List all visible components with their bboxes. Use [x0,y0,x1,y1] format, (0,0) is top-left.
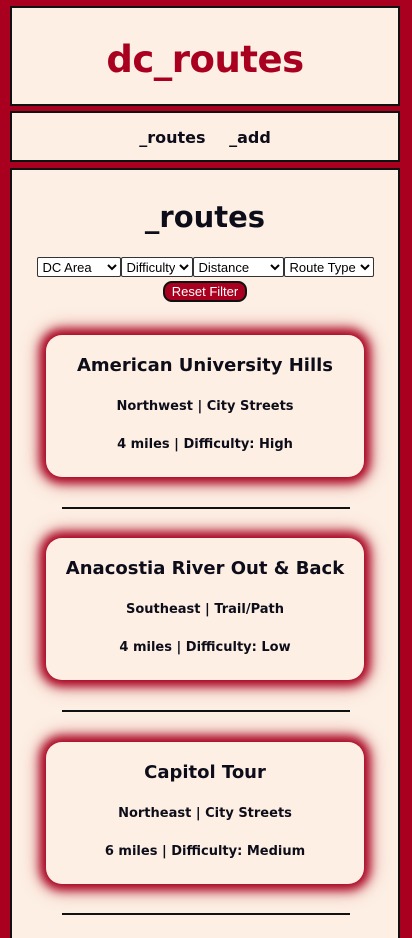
distance-filter-select[interactable]: Distance [192,257,284,277]
nav-add-link[interactable]: _add [229,128,271,147]
site-title: dc_routes [106,38,304,81]
reset-container: Reset Filter [12,281,398,302]
route-card[interactable]: Anacostia River Out & Back Southeast | T… [46,538,364,680]
route-stats: 4 miles | Difficulty: High [117,437,293,452]
area-filter-select[interactable]: DC Area [36,257,121,277]
route-stats: 4 miles | Difficulty: Low [119,640,291,655]
route-name: Capitol Tour [144,762,266,783]
route-type-filter-select[interactable]: Route Type [283,257,374,277]
route-name: American University Hills [76,355,334,376]
route-divider [62,507,350,509]
route-divider [62,710,350,712]
difficulty-filter-select[interactable]: Difficulty [120,257,193,277]
route-meta: Northeast | City Streets [118,806,292,821]
site-header: dc_routes [10,6,400,106]
route-divider [62,913,350,915]
route-stats: 6 miles | Difficulty: Medium [104,844,306,859]
route-name: Anacostia River Out & Back [65,558,345,579]
route-meta: Northwest | City Streets [116,399,294,414]
route-card[interactable]: Capitol Tour Northeast | City Streets 6 … [46,742,364,884]
reset-filter-button[interactable]: Reset Filter [162,281,248,302]
filter-bar: DC Area Difficulty Distance Route Type [12,257,398,277]
route-meta: Southeast | Trail/Path [125,602,285,617]
nav-links: _routes _add [12,128,398,147]
routes-section: _routes DC Area Difficulty Distance Route T… [10,168,400,938]
nav-routes-link[interactable]: _routes [139,128,205,147]
nav-bar: _routes _add [10,111,400,162]
page-title: _routes [144,200,266,234]
route-card[interactable]: American University Hills Northwest | Ci… [46,335,364,477]
